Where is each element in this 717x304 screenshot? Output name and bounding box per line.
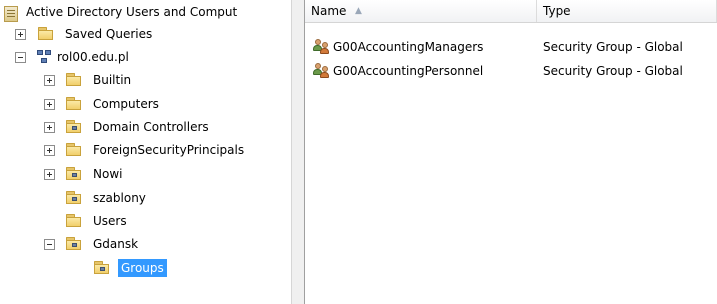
expand-plus-icon[interactable]: [44, 122, 55, 133]
column-header-name[interactable]: Name ▲: [305, 0, 537, 22]
tree-item-label: Active Directory Users and Comput: [26, 5, 238, 19]
security-group-icon: [313, 63, 331, 79]
list-item[interactable]: G00AccountingManagers Security Group - G…: [305, 36, 717, 58]
collapse-minus-icon[interactable]: [44, 239, 55, 250]
organizational-unit-icon: [66, 167, 82, 180]
tree-item-groups[interactable]: Groups: [0, 258, 291, 280]
folder-icon: [66, 143, 82, 156]
tree-item-foreign-security-principals[interactable]: ForeignSecurityPrincipals: [0, 140, 291, 162]
folder-icon: [66, 214, 82, 227]
pane-splitter[interactable]: [291, 0, 305, 304]
tree-item-computers[interactable]: Computers: [0, 94, 291, 116]
tree-item-label: Domain Controllers: [93, 120, 209, 134]
tree-item-label: Computers: [93, 97, 159, 111]
tree-item-builtin[interactable]: Builtin: [0, 70, 291, 92]
expand-plus-icon[interactable]: [44, 99, 55, 110]
column-header-label: Name: [311, 4, 347, 18]
tree-item-nowi[interactable]: Nowi: [0, 164, 291, 186]
tree-item-label: Saved Queries: [65, 27, 153, 41]
collapse-minus-icon[interactable]: [15, 52, 26, 63]
tree-item-label: rol00.edu.pl: [57, 50, 129, 64]
list-header: Name ▲ Type: [305, 0, 717, 23]
organizational-unit-icon: [66, 191, 82, 204]
tree-item-label: Gdansk: [93, 237, 139, 251]
tree-item-domain-controllers[interactable]: Domain Controllers: [0, 117, 291, 139]
console-snapin-icon: [4, 6, 18, 22]
list-item-type: Security Group - Global: [543, 40, 683, 54]
tree-item-gdansk[interactable]: Gdansk: [0, 234, 291, 256]
expand-plus-icon[interactable]: [44, 145, 55, 156]
tree-item-label: Users: [93, 214, 127, 228]
sort-ascending-icon: ▲: [355, 6, 362, 16]
folder-icon: [38, 27, 54, 40]
folder-icon: [66, 73, 82, 86]
expand-plus-icon[interactable]: [44, 75, 55, 86]
tree-item-label: Builtin: [93, 73, 132, 87]
tree-item-label: ForeignSecurityPrincipals: [93, 143, 245, 157]
tree-item-domain[interactable]: rol00.edu.pl: [0, 47, 291, 69]
organizational-unit-icon: [66, 120, 82, 133]
folder-icon: [66, 97, 82, 110]
tree-item-saved-queries[interactable]: Saved Queries: [0, 24, 291, 46]
expand-plus-icon[interactable]: [44, 169, 55, 180]
list-item-name: G00AccountingManagers: [333, 40, 484, 54]
list-item-type: Security Group - Global: [543, 64, 683, 78]
organizational-unit-icon: [94, 261, 110, 274]
list-item-name: G00AccountingPersonnel: [333, 64, 484, 78]
tree-item-root[interactable]: Active Directory Users and Comput: [0, 2, 291, 24]
organizational-unit-icon: [66, 237, 82, 250]
tree-item-label: szablony: [93, 191, 146, 205]
console-tree[interactable]: Active Directory Users and Comput Saved …: [0, 0, 291, 304]
column-header-type[interactable]: Type: [537, 0, 717, 22]
tree-item-label-selected: Groups: [118, 259, 167, 277]
list-item[interactable]: G00AccountingPersonnel Security Group - …: [305, 60, 717, 82]
tree-item-users[interactable]: Users: [0, 211, 291, 233]
security-group-icon: [313, 39, 331, 55]
tree-item-label: Nowi: [93, 167, 123, 181]
column-header-label: Type: [543, 4, 571, 18]
tree-item-szablony[interactable]: szablony: [0, 188, 291, 210]
expand-plus-icon[interactable]: [15, 29, 26, 40]
domain-icon: [37, 50, 53, 65]
details-list[interactable]: Name ▲ Type G00AccountingManagers Securi…: [305, 0, 717, 304]
